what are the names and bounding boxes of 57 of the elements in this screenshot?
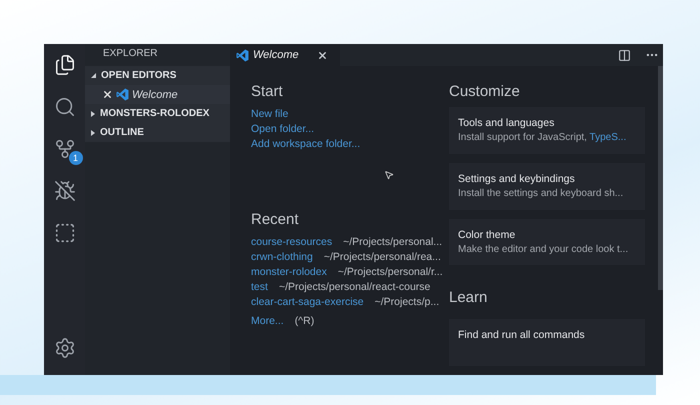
close-icon[interactable]: [316, 50, 328, 60]
search-icon: [54, 96, 76, 118]
start-link[interactable]: New file: [251, 107, 288, 122]
start-link[interactable]: Open folder...: [251, 122, 314, 137]
section-label: OUTLINE: [100, 127, 144, 138]
editor-tab[interactable]: Welcome: [230, 44, 340, 66]
shortcut-text: (^R): [294, 314, 314, 329]
file-label: Welcome: [132, 88, 178, 100]
section-label: MONSTERS-ROLODEX: [100, 108, 210, 119]
scrollbar[interactable]: [658, 66, 663, 290]
section-header[interactable]: OUTLINE: [85, 123, 230, 142]
recent-project-link[interactable]: course-resources: [251, 235, 332, 250]
project-path: ~/Projects/p...: [374, 295, 440, 310]
customize-card[interactable]: Tools and languages Install support for JavaScript, TypeS...: [449, 107, 645, 154]
card-title: Tools and languages: [458, 117, 556, 129]
project-path: ~/Projects/personal...: [343, 235, 442, 250]
recent-project-link[interactable]: clear-cart-saga-exercise: [251, 295, 364, 310]
card-description: Make the editor and your code look t...: [458, 244, 630, 254]
customize-card[interactable]: Color theme Make the editor and your code look t...: [449, 218, 645, 266]
close-icon[interactable]: [102, 89, 113, 100]
section-header[interactable]: OPEN EDITORS: [85, 66, 230, 85]
mouse-pointer-icon: [384, 170, 394, 180]
section-header[interactable]: MONSTERS-ROLODEX: [85, 104, 230, 123]
recent-project-link[interactable]: test: [251, 280, 268, 295]
branch-icon: [54, 138, 76, 160]
open-editor-item[interactable]: Welcome: [85, 85, 230, 104]
code-logo-icon: [236, 48, 249, 62]
section-heading: Customize: [449, 82, 521, 101]
code-logo-icon: [116, 88, 129, 101]
card-title: Find and run all commands: [458, 329, 586, 342]
sidebar-title: EXPLORER: [102, 47, 158, 61]
recent-project-link[interactable]: crwn-clothing: [251, 250, 313, 265]
card-description: Install support for JavaScript, TypeS...: [458, 132, 628, 143]
language-link[interactable]: TypeS...: [590, 132, 626, 143]
recent-project-link[interactable]: monster-rolodex: [251, 265, 327, 280]
more-link[interactable]: More...: [251, 314, 284, 329]
project-path: ~/Projects/personal/rea...: [324, 250, 441, 265]
files-icon: [54, 54, 76, 76]
section-heading: Learn: [449, 288, 488, 308]
card-title: Settings and keybindings: [458, 172, 576, 185]
tab-label: Welcome: [253, 49, 299, 61]
notification-badge: 1: [68, 151, 82, 165]
split-editor-icon[interactable]: [618, 48, 631, 62]
bug-off-icon: [54, 180, 76, 202]
card-title: Color theme: [458, 228, 516, 240]
settings-icon: [54, 337, 76, 359]
activity-bar-button[interactable]: 1: [50, 134, 80, 164]
start-link[interactable]: Add workspace folder...: [251, 137, 360, 152]
card-description: Install the settings and keyboard sh...: [458, 188, 624, 199]
section-label: OPEN EDITORS: [101, 70, 176, 81]
section-heading: Recent: [251, 210, 300, 229]
project-path: ~/Projects/personal/r...: [338, 265, 443, 280]
customize-card[interactable]: Settings and keybindings Install the settings and keyboard sh...: [449, 162, 645, 210]
section-heading: Start: [251, 82, 284, 101]
project-path: ~/Projects/personal/react-course: [278, 280, 430, 295]
extensions-icon: [54, 222, 76, 244]
learn-card[interactable]: Find and run all commands: [449, 319, 645, 366]
